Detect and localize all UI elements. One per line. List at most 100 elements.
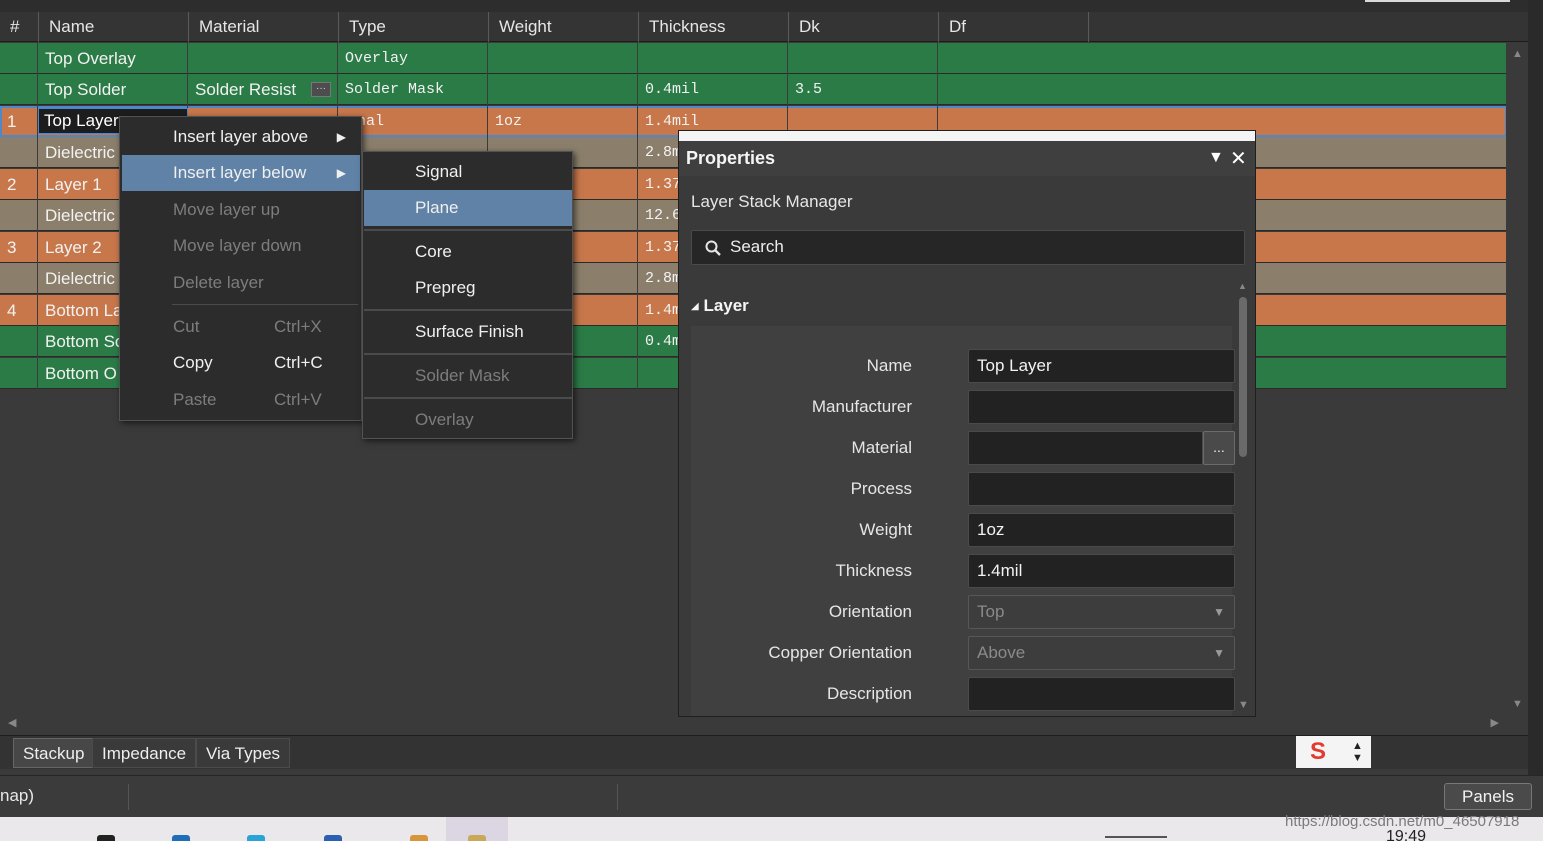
menu-item-delete-layer[interactable]: Delete layer [122,265,360,301]
os-taskbar: https://blog.csdn.net/m0_46507918 19:49 [0,813,1543,841]
cell-df[interactable] [938,74,1507,106]
submenu-item-prepreg[interactable]: Prepreg [364,270,572,306]
bottom-tab-bar: Stackup Impedance Via Types S ▲ ▼ [0,735,1528,769]
layer-properties-body: Name Top Layer Manufacturer Material ...… [691,326,1235,716]
col-header-thickness[interactable]: Thickness [638,12,788,42]
tab-impedance[interactable]: Impedance [92,738,197,768]
submenu-item-solder-mask[interactable]: Solder Mask [364,358,572,394]
scroll-up-icon[interactable]: ▲ [1238,281,1247,291]
cell-thickness[interactable]: 0.4mil [638,74,788,106]
ime-toolbar[interactable]: S ▲ ▼ [1296,736,1371,768]
scroll-down-icon[interactable]: ▼ [1238,699,1249,711]
tab-stackup[interactable]: Stackup [13,738,95,768]
menu-item-move-layer-up[interactable]: Move layer up [122,192,360,228]
properties-title: Properties [686,148,776,168]
orientation-select[interactable]: Top ▼ [968,595,1235,629]
system-clock[interactable]: 19:49 [1386,828,1426,841]
col-header-name[interactable]: Name [38,12,188,42]
name-field[interactable]: Top Layer [968,349,1235,383]
menu-item-label: Cut [173,317,200,336]
scroll-right-icon[interactable]: ▶ [1491,716,1499,729]
taskbar-app-icon[interactable] [410,835,428,841]
cell-thickness[interactable] [638,43,788,74]
cell-num[interactable]: 2 [0,168,38,200]
scroll-up-icon[interactable]: ▲ [1512,48,1523,60]
description-field[interactable] [968,677,1235,711]
cell-dk[interactable] [788,43,938,74]
thickness-field[interactable]: 1.4mil [968,554,1235,588]
cell-num[interactable] [0,43,38,74]
menu-item-insert-layer-above[interactable]: Insert layer above ▶ [122,119,360,155]
panels-button[interactable]: Panels [1444,783,1532,810]
weight-field[interactable]: 1oz [968,513,1235,547]
cell-weight[interactable]: 1oz [488,105,638,137]
layer-section-header[interactable]: ◢ Layer [691,296,749,316]
col-header-type[interactable]: Type [338,12,488,42]
menu-item-move-layer-down[interactable]: Move layer down [122,228,360,264]
manufacturer-label: Manufacturer [811,397,912,416]
cell-num[interactable] [0,200,38,232]
properties-scrollbar[interactable]: ▲ ▼ [1236,281,1250,711]
sogou-ime-icon[interactable]: S [1310,739,1340,765]
taskbar-app-icon[interactable] [247,835,265,841]
menu-item-copy[interactable]: Copy Ctrl+C [122,345,360,381]
scroll-left-icon[interactable]: ◀ [8,716,16,729]
cell-num[interactable] [0,326,38,358]
submenu-item-surface-finish[interactable]: Surface Finish [364,314,572,350]
cell-num[interactable] [0,137,38,169]
taskbar-app-icon[interactable] [172,835,190,841]
properties-titlebar[interactable]: Properties ▼ ✕ [679,141,1255,176]
col-header-number[interactable]: # [0,12,38,42]
material-ellipsis-button[interactable]: ··· [311,82,331,98]
cell-type[interactable]: Solder Mask [338,74,488,106]
scroll-down-icon[interactable]: ▼ [1512,698,1523,710]
col-header-dk[interactable]: Dk [788,12,938,42]
table-row[interactable]: Top Solder Solder Resist Solder Mask 0.4mil… [0,74,1507,106]
cell-dk[interactable]: 3.5 [788,74,938,106]
tab-via-types[interactable]: Via Types [196,738,291,768]
scroll-thumb[interactable] [1239,297,1247,457]
table-row[interactable]: Top Overlay Overlay [0,43,1507,74]
menu-item-cut[interactable]: Cut Ctrl+X [122,309,360,345]
collapse-triangle-icon[interactable]: ◢ [691,301,699,312]
manufacturer-field[interactable] [968,390,1235,424]
menu-item-paste[interactable]: Paste Ctrl+V [122,382,360,418]
submenu-item-plane[interactable]: Plane [364,190,572,226]
cell-num[interactable] [0,263,38,295]
cell-material[interactable] [188,43,338,74]
material-field[interactable] [968,431,1203,465]
cell-name[interactable]: Top Overlay [38,43,188,74]
cell-name[interactable]: Top Solder [38,74,188,106]
col-header-material[interactable]: Material [188,12,338,42]
thickness-label: Thickness [835,561,912,580]
panel-menu-dropdown-icon[interactable]: ▼ [1208,149,1224,167]
menu-item-insert-layer-below[interactable]: Insert layer below ▶ [122,155,360,191]
cell-num[interactable]: 4 [0,294,38,326]
col-header-df[interactable]: Df [938,12,1088,42]
col-header-weight[interactable]: Weight [488,12,638,42]
cell-num[interactable] [0,357,38,389]
document-tab-remnant[interactable] [1365,0,1510,2]
properties-search-input[interactable]: Search [691,230,1245,265]
submenu-item-core[interactable]: Core [364,234,572,270]
taskbar-app-icon[interactable] [468,835,486,841]
cell-df[interactable] [938,43,1507,74]
cell-weight[interactable] [488,43,638,74]
cell-num[interactable]: 3 [0,231,38,263]
submenu-item-overlay[interactable]: Overlay [364,402,572,438]
grid-vertical-scrollbar[interactable]: ▲ ▼ [1507,42,1528,714]
material-browse-button[interactable]: ... [1203,431,1235,465]
close-icon[interactable]: ✕ [1230,146,1247,171]
cell-num[interactable] [0,74,38,106]
taskbar-app-icon[interactable] [97,835,115,841]
process-field[interactable] [968,472,1235,506]
taskbar-app-icon[interactable] [324,835,342,841]
cell-weight[interactable] [488,74,638,106]
ime-menu-icon[interactable]: ▲ ▼ [1352,740,1363,764]
cell-num[interactable]: 1 [0,105,38,137]
grid-horizontal-scrollbar[interactable]: ◀ ▶ [0,714,1507,734]
cell-type[interactable]: Overlay [338,43,488,74]
copper-orientation-select[interactable]: Above ▼ [968,636,1235,670]
submenu-item-signal[interactable]: Signal [364,154,572,190]
copper-orientation-value: Above [977,643,1026,662]
